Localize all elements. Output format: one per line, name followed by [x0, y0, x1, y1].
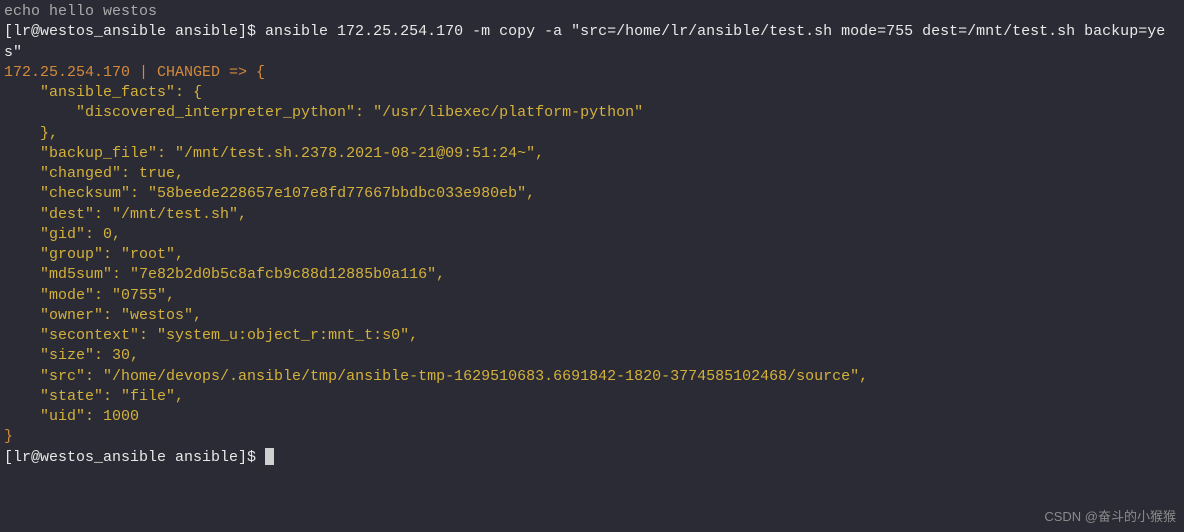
result-secontext: "secontext": "system_u:object_r:mnt_t:s0… — [4, 326, 1180, 346]
result-backup-file: "backup_file": "/mnt/test.sh.2378.2021-0… — [4, 144, 1180, 164]
result-size: "size": 30, — [4, 346, 1180, 366]
ansible-facts-open: "ansible_facts": { — [4, 83, 1180, 103]
result-src: "src": "/home/devops/.ansible/tmp/ansibl… — [4, 367, 1180, 387]
watermark-text: CSDN @奋斗的小猴猴 — [1044, 508, 1176, 526]
terminal-output[interactable]: echo hello westos [lr@westos_ansible ans… — [4, 2, 1180, 468]
result-checksum: "checksum": "58beede228657e107e8fd77667b… — [4, 184, 1180, 204]
command-line-1: [lr@westos_ansible ansible]$ ansible 172… — [4, 22, 1180, 63]
result-changed: "changed": true, — [4, 164, 1180, 184]
result-state: "state": "file", — [4, 387, 1180, 407]
result-gid: "gid": 0, — [4, 225, 1180, 245]
result-uid: "uid": 1000 — [4, 407, 1180, 427]
result-mode: "mode": "0755", — [4, 286, 1180, 306]
cursor-icon — [265, 448, 274, 465]
command-line-2[interactable]: [lr@westos_ansible ansible]$ — [4, 448, 1180, 468]
prev-cmd-tail: echo hello westos — [4, 2, 1180, 22]
result-close-brace: } — [4, 427, 1180, 447]
result-header: 172.25.254.170 | CHANGED => { — [4, 63, 1180, 83]
result-owner: "owner": "westos", — [4, 306, 1180, 326]
shell-prompt-2: [lr@westos_ansible ansible]$ — [4, 449, 265, 466]
ansible-facts-close: }, — [4, 124, 1180, 144]
shell-prompt: [lr@westos_ansible ansible]$ — [4, 23, 265, 40]
ansible-facts-interpreter: "discovered_interpreter_python": "/usr/l… — [4, 103, 1180, 123]
result-dest: "dest": "/mnt/test.sh", — [4, 205, 1180, 225]
result-md5sum: "md5sum": "7e82b2d0b5c8afcb9c88d12885b0a… — [4, 265, 1180, 285]
result-group: "group": "root", — [4, 245, 1180, 265]
